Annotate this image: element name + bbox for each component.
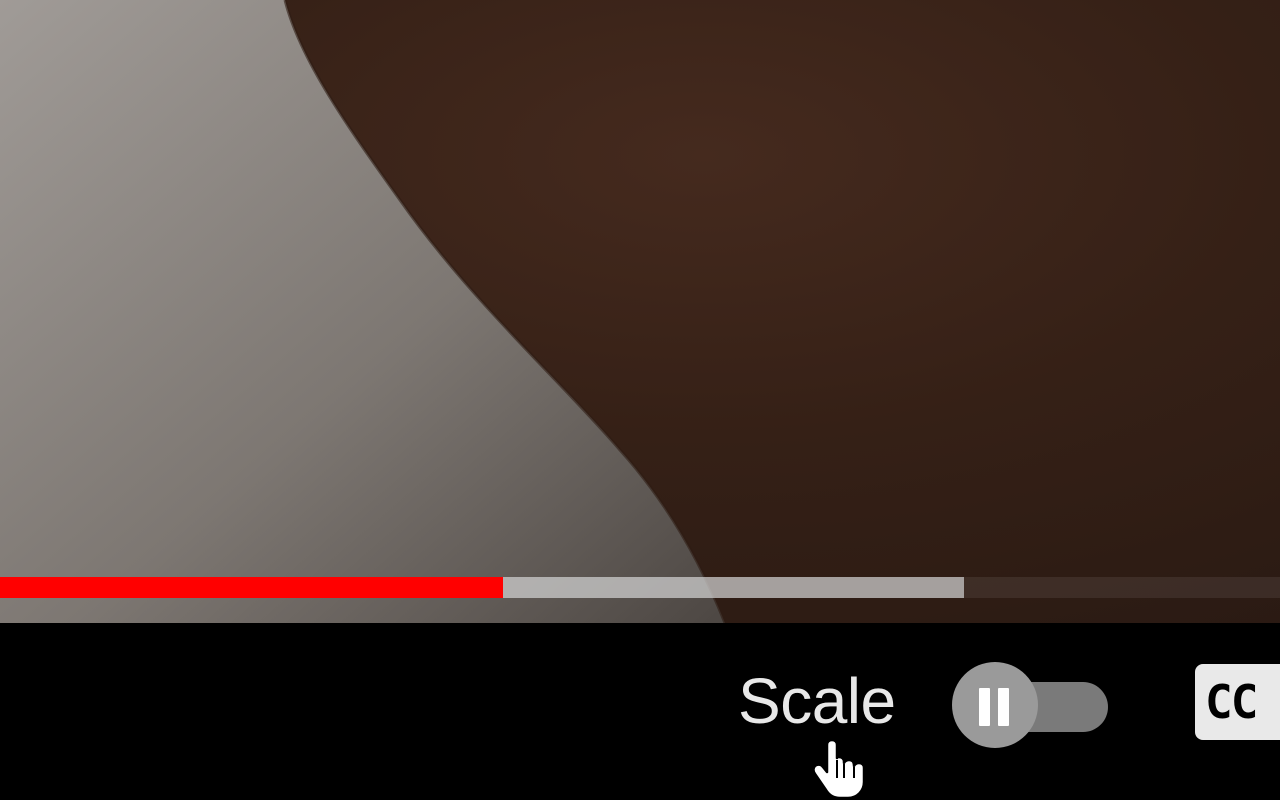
progress-played xyxy=(0,577,504,598)
pause-icon xyxy=(952,662,1038,748)
video-image xyxy=(0,0,1280,623)
video-frame[interactable] xyxy=(0,0,1280,623)
captions-label: CC xyxy=(1205,675,1258,729)
video-player[interactable]: Scale CC xyxy=(0,0,1280,800)
progress-bar[interactable] xyxy=(0,577,1280,598)
scale-label[interactable]: Scale xyxy=(738,665,896,737)
autoplay-toggle[interactable] xyxy=(950,660,1110,750)
captions-button[interactable]: CC xyxy=(1195,664,1280,740)
